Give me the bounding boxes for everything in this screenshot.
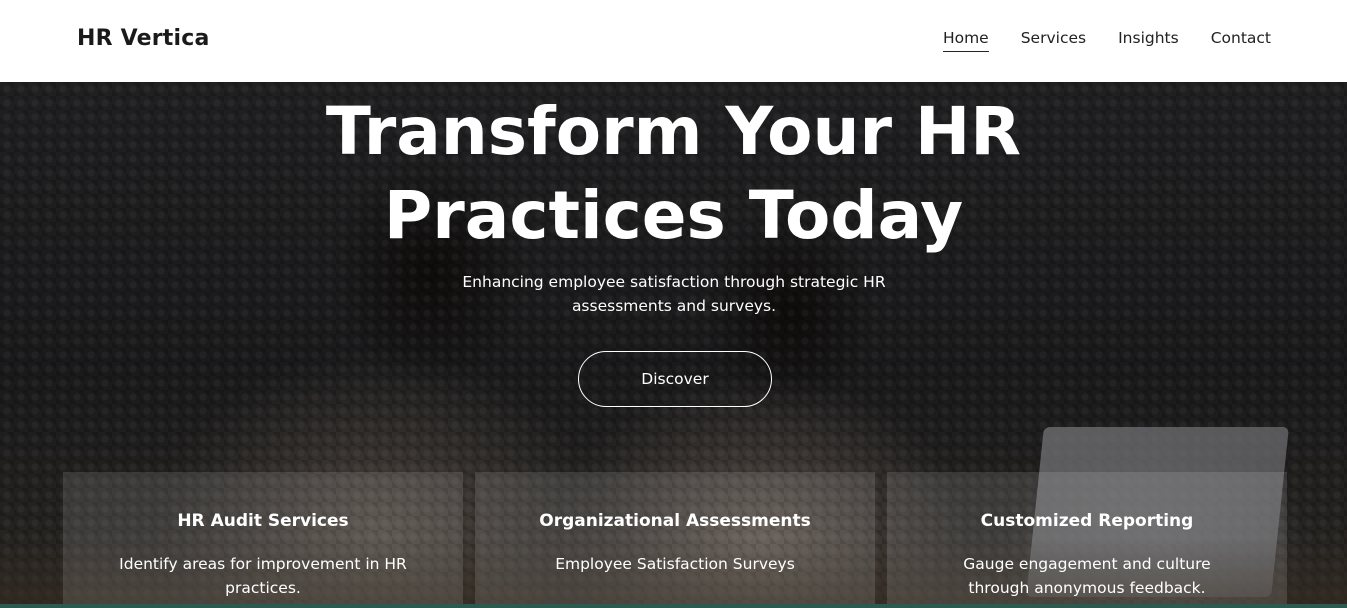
card-organizational-assessments: Organizational Assessments Employee Sati… <box>475 472 875 608</box>
card-title: Organizational Assessments <box>539 511 811 531</box>
nav-services[interactable]: Services <box>1021 29 1086 52</box>
discover-button[interactable]: Discover <box>578 351 772 407</box>
card-title: Customized Reporting <box>980 511 1194 531</box>
main-nav: Home Services Insights Contact <box>942 29 1271 52</box>
hero-subtitle: Enhancing employee satisfaction through … <box>462 273 886 315</box>
nav-home[interactable]: Home <box>942 29 989 52</box>
card-text: Employee Satisfaction Surveys <box>555 555 795 573</box>
card-title: HR Audit Services <box>177 511 349 531</box>
hero-section: Transform Your HR Practices Today Enhanc… <box>0 82 1347 608</box>
site-header: HR Vertica Home Services Insights Contac… <box>0 0 1347 82</box>
card-customized-reporting: Customized Reporting Gauge engagement an… <box>887 472 1287 608</box>
card-text: Identify areas for improvement in HR pra… <box>119 555 407 597</box>
hero-title: Transform Your HR Practices Today <box>325 93 1022 254</box>
nav-contact[interactable]: Contact <box>1211 29 1271 52</box>
card-hr-audit: HR Audit Services Identify areas for imp… <box>63 472 463 608</box>
bottom-strip <box>0 604 1347 608</box>
brand-logo[interactable]: HR Vertica <box>77 26 210 51</box>
nav-insights[interactable]: Insights <box>1118 29 1179 52</box>
card-text: Gauge engagement and culture through ano… <box>963 555 1211 597</box>
service-cards: HR Audit Services Identify areas for imp… <box>63 472 1287 608</box>
